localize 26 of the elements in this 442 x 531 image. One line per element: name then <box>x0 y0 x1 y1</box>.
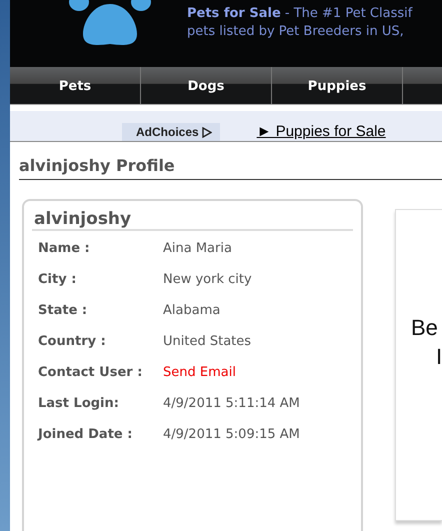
send-email-link[interactable]: Send Email <box>163 363 353 383</box>
nav-link[interactable]: Pets <box>10 67 141 104</box>
field-value: United States <box>163 333 252 351</box>
site-description: pets listed by Pet Breeders in US, <box>187 23 405 41</box>
panel-text: I <box>436 343 442 371</box>
play-outline-icon <box>202 126 212 138</box>
field-label: Contact User : <box>38 364 144 382</box>
field-value: 4/9/2011 5:09:15 AM <box>163 426 301 444</box>
site-tagline: Pets for Sale - The #1 Pet Classif <box>187 5 412 23</box>
adchoices-link[interactable]: AdChoices <box>122 123 220 141</box>
field-value: Alabama <box>163 302 222 320</box>
username-heading: alvinjoshy <box>32 209 353 231</box>
field-label: State : <box>38 302 88 320</box>
ad-link[interactable]: ► Puppies for Sale <box>256 123 386 141</box>
page-title: alvinjoshy Profile <box>19 156 442 180</box>
nav-link[interactable]: Dogs <box>141 67 272 104</box>
field-label: Country : <box>38 333 107 351</box>
field-label: Last Login: <box>38 395 120 413</box>
field-label: Joined Date : <box>38 426 134 444</box>
field-value: 4/9/2011 5:11:14 AM <box>163 395 301 413</box>
field-label: Name : <box>38 240 91 258</box>
panel-text: Be <box>411 314 439 342</box>
field-label: City : <box>38 271 78 289</box>
field-value: Aina Maria <box>163 240 233 258</box>
field-value: New york city <box>163 271 253 289</box>
nav-link[interactable]: Puppies <box>272 67 403 104</box>
